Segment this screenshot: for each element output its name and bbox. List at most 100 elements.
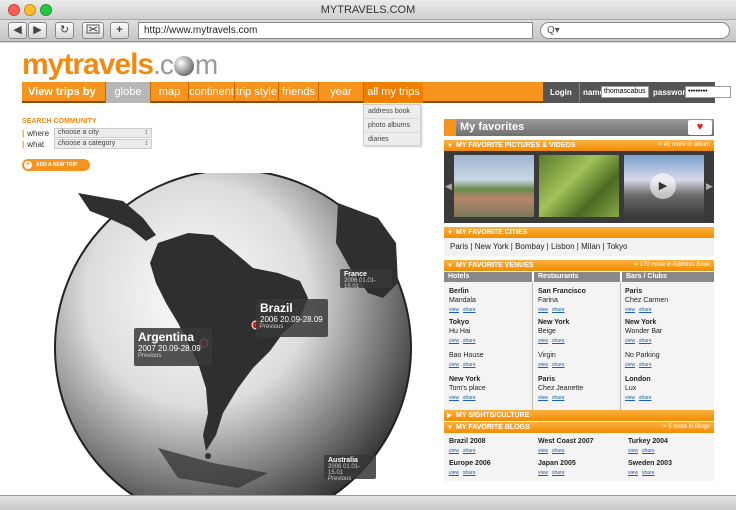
photo-thumbnail[interactable] <box>539 155 619 217</box>
reload-button[interactable]: ↻ <box>55 22 74 39</box>
share-link[interactable]: share <box>552 307 565 313</box>
blog-title[interactable]: Turkey 2004 <box>628 437 668 446</box>
password-field[interactable]: •••••••• <box>685 86 731 98</box>
blogs-section-header[interactable]: ▼ MY FAVORITE BLOGS > 5 more in Blogs <box>444 422 714 433</box>
name-field[interactable]: thomascabus <box>601 86 649 98</box>
share-link[interactable]: share <box>639 338 652 344</box>
url-field[interactable]: http://www.mytravels.com <box>138 22 533 39</box>
callout-france[interactable]: France 2006 01.01-15.01 <box>340 269 392 290</box>
venue-place[interactable]: Wonder Bar <box>625 328 662 335</box>
venue-place[interactable]: Beige <box>538 328 556 335</box>
view-link[interactable]: view <box>625 362 635 368</box>
city-link[interactable]: New York <box>475 242 509 251</box>
view-link[interactable]: view <box>538 338 548 344</box>
dropdown-diaries[interactable]: diaries <box>364 133 420 147</box>
tab-friends[interactable]: friends <box>278 82 318 103</box>
venue-place[interactable]: Hu Hai <box>449 328 470 335</box>
next-picture-icon[interactable]: ▶ <box>706 181 713 192</box>
callout-previous-link[interactable]: Previous <box>260 324 324 330</box>
tab-globe[interactable]: globe <box>105 82 150 103</box>
blog-title[interactable]: Sweden 2003 <box>628 459 672 468</box>
venue-place[interactable]: No Parking <box>625 352 660 359</box>
screenshot-button[interactable] <box>82 22 104 39</box>
callout-previous-link[interactable]: Previous <box>328 476 372 482</box>
tab-map[interactable]: map <box>150 82 188 103</box>
share-link[interactable]: share <box>463 470 476 476</box>
cities-section-header[interactable]: ▼ MY FAVORITE CITIES <box>444 227 714 238</box>
city-link[interactable]: Bombay <box>515 242 544 251</box>
share-link[interactable]: share <box>463 338 476 344</box>
where-select[interactable]: choose a city ↕ <box>54 128 152 138</box>
city-link[interactable]: Milan <box>581 242 600 251</box>
share-link[interactable]: share <box>642 448 655 454</box>
tab-trip-style[interactable]: trip style <box>234 82 278 103</box>
pictures-section-header[interactable]: ▼ MY FAVORITE PICTURES & VIDEOS > 45 more … <box>444 140 714 151</box>
tab-continent[interactable]: continent <box>188 82 234 103</box>
login-button[interactable]: Login <box>550 82 572 103</box>
add-new-trip-button[interactable]: + ADD A NEW TRIP <box>22 159 90 171</box>
tab-all-my-trips[interactable]: all my trips <box>363 82 423 103</box>
share-link[interactable]: share <box>642 470 655 476</box>
share-link[interactable]: share <box>463 448 476 454</box>
globe-view[interactable]: France 2006 01.01-15.01 Brazil 2006 20.0… <box>38 173 428 495</box>
share-link[interactable]: share <box>552 362 565 368</box>
venue-place[interactable]: Chez Jeanette <box>538 385 583 392</box>
video-thumbnail[interactable]: ▶ <box>624 155 704 217</box>
dropdown-photo-albums[interactable]: photo albums <box>364 119 420 133</box>
pictures-more-link[interactable]: > 45 more in album <box>658 140 710 151</box>
blog-title[interactable]: Brazil 2008 <box>449 437 486 446</box>
play-icon[interactable]: ▶ <box>650 173 676 199</box>
view-link[interactable]: view <box>628 470 638 476</box>
venues-section-header[interactable]: ▼ MY FAVORITE VENUES > 170 more in Address… <box>444 260 714 271</box>
blog-title[interactable]: Japan 2005 <box>538 459 576 468</box>
what-select[interactable]: choose a category ↕ <box>54 139 152 149</box>
callout-brazil[interactable]: Brazil 2006 20.09-28.09 Previous <box>256 299 328 337</box>
share-link[interactable]: share <box>463 362 476 368</box>
view-link[interactable]: view <box>625 307 635 313</box>
add-bookmark-button[interactable]: + <box>110 22 129 39</box>
mytravels-logo[interactable]: mytravels.c m <box>22 48 218 82</box>
share-link[interactable]: share <box>552 338 565 344</box>
venue-place[interactable]: Tom's place <box>449 385 486 392</box>
city-link[interactable]: Tokyo <box>607 242 628 251</box>
share-link[interactable]: share <box>463 395 476 401</box>
blogs-more-link[interactable]: > 5 more in Blogs <box>663 422 710 433</box>
view-link[interactable]: view <box>538 362 548 368</box>
back-button[interactable]: ◀ <box>8 22 27 39</box>
view-link[interactable]: view <box>449 307 459 313</box>
city-link[interactable]: Lisbon <box>551 242 575 251</box>
callout-previous-link[interactable]: Previous <box>138 353 208 359</box>
venue-place[interactable]: Bao House <box>449 352 484 359</box>
heart-icon[interactable]: ♥ <box>688 120 712 135</box>
view-link[interactable]: view <box>449 395 459 401</box>
venue-place[interactable]: Farina <box>538 297 558 304</box>
venue-place[interactable]: Lux <box>625 385 636 392</box>
forward-button[interactable]: ▶ <box>28 22 47 39</box>
view-link[interactable]: view <box>538 448 548 454</box>
venues-more-link[interactable]: > 170 more in Address Book <box>634 260 710 271</box>
photo-thumbnail[interactable] <box>454 155 534 217</box>
previous-picture-icon[interactable]: ◀ <box>445 181 452 192</box>
view-link[interactable]: view <box>625 395 635 401</box>
callout-argentina[interactable]: Argentina 2007 20.09-28.09 Previous <box>134 328 212 366</box>
share-link[interactable]: share <box>639 395 652 401</box>
venue-place[interactable]: Mandala <box>449 297 476 304</box>
share-link[interactable]: share <box>552 448 565 454</box>
callout-australia[interactable]: Australia 2006 01.01-15.01 Previous <box>324 455 376 482</box>
blog-title[interactable]: Europe 2006 <box>449 459 491 468</box>
view-link[interactable]: view <box>449 448 459 454</box>
share-link[interactable]: share <box>639 362 652 368</box>
view-link[interactable]: view <box>625 338 635 344</box>
share-link[interactable]: share <box>639 307 652 313</box>
view-link[interactable]: view <box>538 395 548 401</box>
tab-year[interactable]: year <box>318 82 363 103</box>
share-link[interactable]: share <box>552 470 565 476</box>
view-link[interactable]: view <box>538 307 548 313</box>
view-link[interactable]: view <box>628 448 638 454</box>
dropdown-address-book[interactable]: address book <box>364 105 420 119</box>
city-link[interactable]: Paris <box>450 242 468 251</box>
blog-title[interactable]: West Coast 2007 <box>538 437 594 446</box>
view-link[interactable]: view <box>449 338 459 344</box>
browser-search-field[interactable]: Q▾ <box>540 22 730 39</box>
view-link[interactable]: view <box>449 470 459 476</box>
